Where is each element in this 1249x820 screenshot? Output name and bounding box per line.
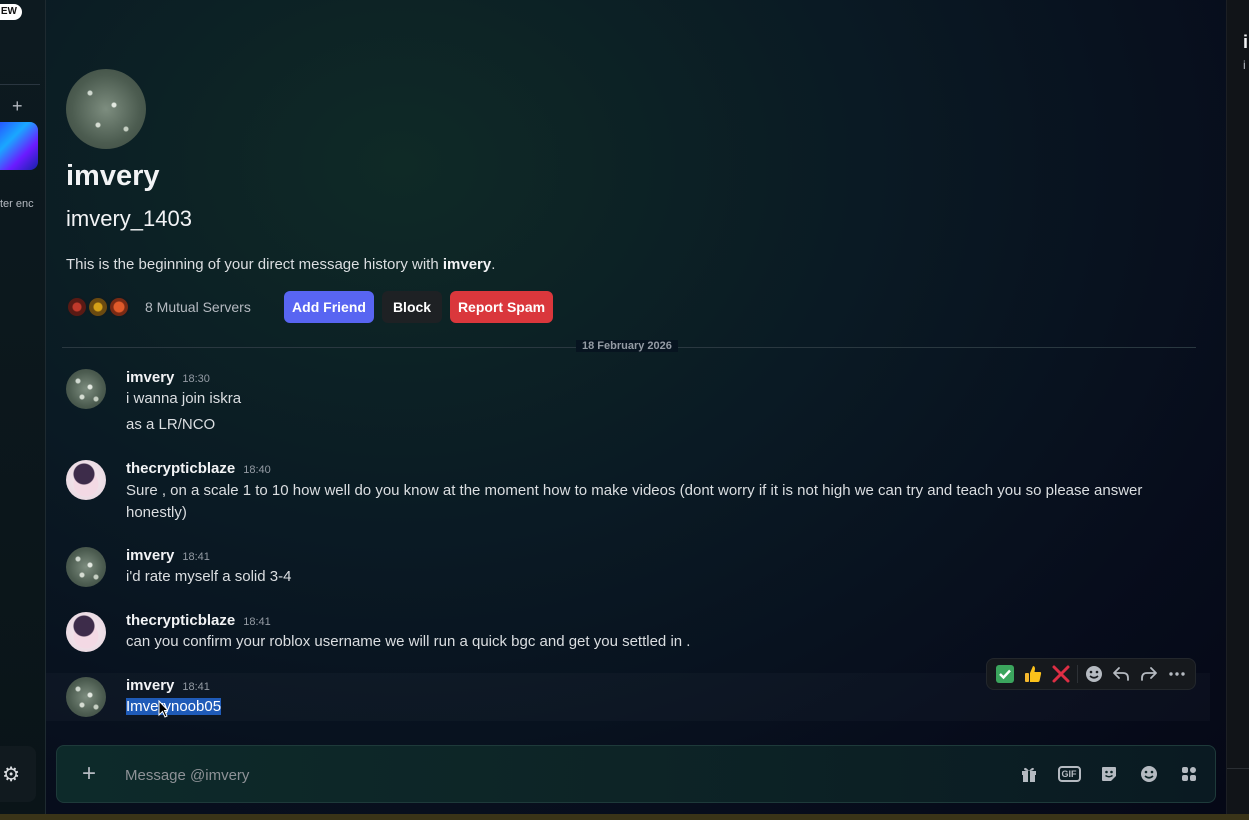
toolbar-separator [1076, 665, 1078, 683]
mutual-servers[interactable]: 8 Mutual Servers [66, 291, 251, 323]
attach-plus-icon[interactable]: + [75, 760, 103, 788]
mouse-cursor-icon [158, 700, 168, 718]
mutual-server-icon [66, 296, 88, 318]
intro-name: imvery [442, 256, 492, 273]
emoji-icon[interactable] [1135, 760, 1163, 788]
avatar[interactable] [66, 677, 106, 717]
settings-gear-icon[interactable]: ⚙ [0, 746, 36, 802]
mutual-server-icon [87, 296, 109, 318]
server-sidebar: EW + ter enc ⚙ [0, 0, 46, 820]
message-author[interactable]: imvery [126, 547, 174, 564]
avatar[interactable] [66, 460, 106, 500]
selected-text: Imverynoob05 [126, 698, 222, 715]
message-timestamp: 18:41 [182, 551, 210, 563]
user-profile-panel: i i [1226, 0, 1249, 820]
forward-icon[interactable] [1135, 660, 1163, 688]
message-timestamp: 18:40 [243, 464, 271, 476]
thumbs-up-icon[interactable] [1019, 660, 1047, 688]
cross-reaction-icon[interactable] [1047, 660, 1075, 688]
message-timestamp: 18:41 [182, 681, 210, 693]
server-icon[interactable] [0, 122, 38, 170]
message-author[interactable]: imvery [126, 369, 174, 386]
mutual-server-icon [108, 296, 130, 318]
message-text: Imverynoob05 [126, 696, 1186, 718]
add-icon[interactable]: + [12, 96, 23, 117]
message-text: can you confirm your roblox username we … [126, 633, 691, 650]
message-author[interactable]: thecrypticblaze [126, 460, 235, 477]
add-reaction-icon[interactable] [1080, 660, 1108, 688]
reply-icon[interactable] [1107, 660, 1135, 688]
panel-divider [1227, 768, 1249, 769]
dm-intro-text: This is the beginning of your direct mes… [66, 256, 495, 273]
message-text: as a LR/NCO [126, 416, 216, 433]
message-text: Sure , on a scale 1 to 10 how well do yo… [126, 482, 1143, 521]
block-button[interactable]: Block [382, 291, 442, 323]
check-reaction-icon[interactable] [991, 660, 1019, 688]
avatar[interactable] [66, 547, 106, 587]
intro-suffix: . [491, 256, 496, 273]
panel-username: i [1243, 58, 1246, 72]
add-friend-button[interactable]: Add Friend [284, 291, 374, 323]
dm-chat-area: imvery imvery_1403 This is the beginning… [46, 0, 1226, 820]
profile-display-name: imvery [66, 160, 160, 192]
profile-username: imvery_1403 [66, 206, 192, 231]
date-divider-label: 18 February 2026 [576, 340, 678, 352]
message-timestamp: 18:41 [243, 616, 271, 628]
message-text: i wanna join iskra [126, 390, 242, 407]
server-label: ter enc [0, 198, 34, 210]
apps-icon[interactable] [1175, 760, 1203, 788]
message-input[interactable] [125, 763, 925, 787]
message-timestamp: 18:30 [182, 373, 210, 385]
message-composer: + GIF [56, 745, 1216, 803]
message-actions-toolbar [986, 658, 1196, 690]
panel-display-name: i [1243, 32, 1249, 52]
intro-prefix: This is the beginning of your direct mes… [66, 256, 443, 273]
sticker-icon[interactable] [1095, 760, 1123, 788]
message-text: i'd rate myself a solid 3-4 [126, 568, 292, 585]
message-author[interactable]: imvery [126, 677, 174, 694]
profile-avatar[interactable] [66, 69, 146, 149]
gift-icon[interactable] [1015, 760, 1043, 788]
gif-icon[interactable]: GIF [1055, 760, 1083, 788]
mutual-servers-label: 8 Mutual Servers [145, 299, 251, 315]
composer-icons: GIF [1003, 760, 1203, 788]
message-author[interactable]: thecrypticblaze [126, 612, 235, 629]
more-options-icon[interactable] [1163, 660, 1191, 688]
report-spam-button[interactable]: Report Spam [450, 291, 553, 323]
new-badge: EW [0, 4, 22, 20]
avatar[interactable] [66, 612, 106, 652]
taskbar-edge [0, 814, 1249, 820]
avatar[interactable] [66, 369, 106, 409]
sidebar-divider [0, 84, 40, 85]
